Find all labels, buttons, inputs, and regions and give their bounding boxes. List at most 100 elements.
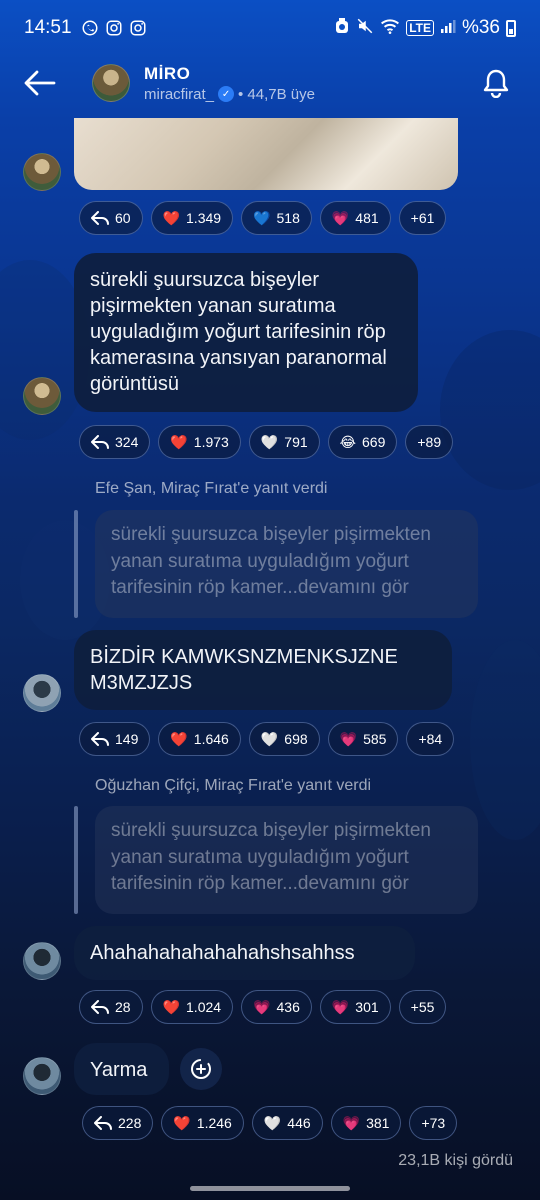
reaction-emoji: 🤍	[260, 731, 279, 747]
instagram-icon	[128, 18, 148, 38]
status-right-group: LTE %36	[334, 17, 516, 40]
reaction-emoji: 💗	[331, 210, 350, 226]
alarm-icon	[334, 17, 350, 40]
message-text: BİZDİR KAMWKSNZMENKSJZNE M3MZJZJS	[90, 646, 398, 694]
reply-count: 324	[115, 434, 139, 450]
message-bubble[interactable]: sürekli şuursuzca bişeyler pişirmekten y…	[74, 253, 418, 412]
status-time: 14:51	[24, 17, 72, 38]
reaction-emoji: 💙	[253, 210, 271, 226]
reaction-chip[interactable]: ❤️ 1.646	[158, 722, 241, 756]
reaction-count: 1.349	[186, 210, 222, 226]
quoted-message[interactable]: sürekli şuursuzca bişeyler pişirmekten y…	[95, 510, 478, 618]
reply-chip[interactable]: 149	[79, 722, 151, 756]
more-reactions-count: +73	[421, 1115, 446, 1131]
more-reactions-chip[interactable]: +73	[409, 1106, 458, 1140]
reaction-emoji: 🤍	[263, 1115, 282, 1131]
reaction-emoji: 😂	[339, 434, 356, 450]
avatar[interactable]	[23, 153, 61, 191]
reply-chip[interactable]: 28	[79, 990, 143, 1024]
reaction-bar: 28 ❤️ 1.024 💗 436 💗 301 +55	[79, 990, 447, 1024]
reply-chip[interactable]: 60	[79, 201, 143, 235]
quote-bar	[74, 806, 78, 914]
avatar[interactable]	[23, 942, 61, 980]
reaction-count: 791	[284, 434, 308, 450]
message-text: sürekli şuursuzca bişeyler pişirmekten y…	[90, 269, 387, 395]
more-reactions-count: +61	[410, 210, 435, 226]
reaction-chip[interactable]: 🤍 791	[248, 425, 320, 459]
message-bubble[interactable]: BİZDİR KAMWKSNZMENKSJZNE M3MZJZJS	[74, 630, 452, 710]
channel-subtitle: miracfirat_ ✓ • 44,7B üye	[144, 86, 315, 103]
reaction-chip[interactable]: ❤️ 1.349	[150, 201, 234, 235]
reaction-emoji: ❤️	[173, 1115, 191, 1131]
instagram-icon	[104, 18, 124, 38]
more-reactions-chip[interactable]: +89	[405, 425, 454, 459]
reaction-count: 1.024	[186, 999, 222, 1015]
member-count: • 44,7B üye	[238, 85, 315, 103]
more-reactions-count: +89	[417, 434, 442, 450]
add-reaction-icon	[191, 1059, 211, 1079]
reaction-bar: 228 ❤️ 1.246 🤍 446 💗 381 +73	[82, 1106, 458, 1140]
wifi-icon	[380, 17, 400, 40]
reaction-chip[interactable]: 💙 518	[241, 201, 312, 235]
home-indicator[interactable]	[190, 1186, 350, 1191]
more-reactions-count: +55	[410, 999, 435, 1015]
mute-icon	[356, 17, 374, 40]
reaction-count: 669	[362, 434, 386, 450]
message-text: Ahahahahahahahahshsahhss	[90, 942, 355, 964]
background-decoration	[470, 640, 540, 840]
reaction-chip[interactable]: 🤍 446	[251, 1106, 323, 1140]
reply-icon	[91, 435, 109, 449]
reaction-chip[interactable]: ❤️ 1.024	[150, 990, 234, 1024]
reaction-bar: 324 ❤️ 1.973 🤍 791 😂 669 +89	[79, 425, 454, 459]
reaction-count: 446	[287, 1115, 311, 1131]
reaction-count: 698	[284, 731, 308, 747]
channel-handle: miracfirat_	[144, 85, 215, 103]
reaction-chip[interactable]: 💗 381	[330, 1106, 402, 1140]
reaction-chip[interactable]: 💗 481	[319, 201, 391, 235]
battery-percent: %36	[461, 17, 500, 38]
message-bubble[interactable]: Ahahahahahahahahshsahhss	[74, 926, 415, 980]
reaction-chip[interactable]: 💗 436	[241, 990, 312, 1024]
reaction-count: 481	[355, 210, 379, 226]
reaction-chip[interactable]: ❤️ 1.246	[161, 1106, 244, 1140]
reaction-emoji: 💗	[339, 731, 358, 747]
add-reaction-button[interactable]	[180, 1048, 222, 1090]
more-reactions-chip[interactable]: +84	[406, 722, 455, 756]
avatar[interactable]	[23, 674, 61, 712]
battery-icon	[506, 19, 516, 37]
message-bubble[interactable]: Yarma	[74, 1043, 169, 1095]
reaction-count: 381	[366, 1115, 390, 1131]
reply-chip[interactable]: 228	[82, 1106, 154, 1140]
message-image[interactable]	[74, 118, 458, 190]
reaction-emoji: ❤️	[170, 434, 188, 450]
reaction-chip[interactable]: 😂 669	[327, 425, 398, 459]
channel-info[interactable]: MİRO miracfirat_ ✓ • 44,7B üye	[144, 64, 315, 103]
reply-count: 28	[115, 999, 131, 1015]
reply-count: 228	[118, 1115, 142, 1131]
avatar[interactable]	[23, 1057, 61, 1095]
reaction-count: 301	[355, 999, 379, 1015]
background-decoration	[440, 330, 540, 490]
reaction-count: 585	[363, 731, 387, 747]
reaction-chip[interactable]: 💗 301	[319, 990, 391, 1024]
channel-avatar[interactable]	[92, 64, 130, 102]
reply-chip[interactable]: 324	[79, 425, 151, 459]
reaction-emoji: 🤍	[260, 434, 279, 450]
reaction-chip[interactable]: 🤍 698	[248, 722, 320, 756]
more-reactions-chip[interactable]: +61	[398, 201, 447, 235]
whatsapp-icon	[80, 18, 100, 38]
avatar[interactable]	[23, 377, 61, 415]
reaction-emoji: ❤️	[162, 999, 181, 1015]
arrow-left-icon	[24, 70, 56, 96]
reaction-chip[interactable]: 💗 585	[327, 722, 399, 756]
notification-bell-button[interactable]	[476, 63, 516, 103]
quoted-text: sürekli şuursuzca bişeyler pişirmekten y…	[111, 524, 431, 599]
back-button[interactable]	[10, 58, 70, 108]
message-text: Yarma	[90, 1059, 148, 1081]
quoted-message[interactable]: sürekli şuursuzca bişeyler pişirmekten y…	[95, 806, 478, 914]
channel-header: MİRO miracfirat_ ✓ • 44,7B üye	[0, 56, 540, 110]
bell-icon	[483, 69, 509, 98]
reaction-chip[interactable]: ❤️ 1.973	[158, 425, 241, 459]
more-reactions-chip[interactable]: +55	[398, 990, 447, 1024]
reply-header: Efe Şan, Miraç Fırat'e yanıt verdi	[95, 480, 328, 497]
